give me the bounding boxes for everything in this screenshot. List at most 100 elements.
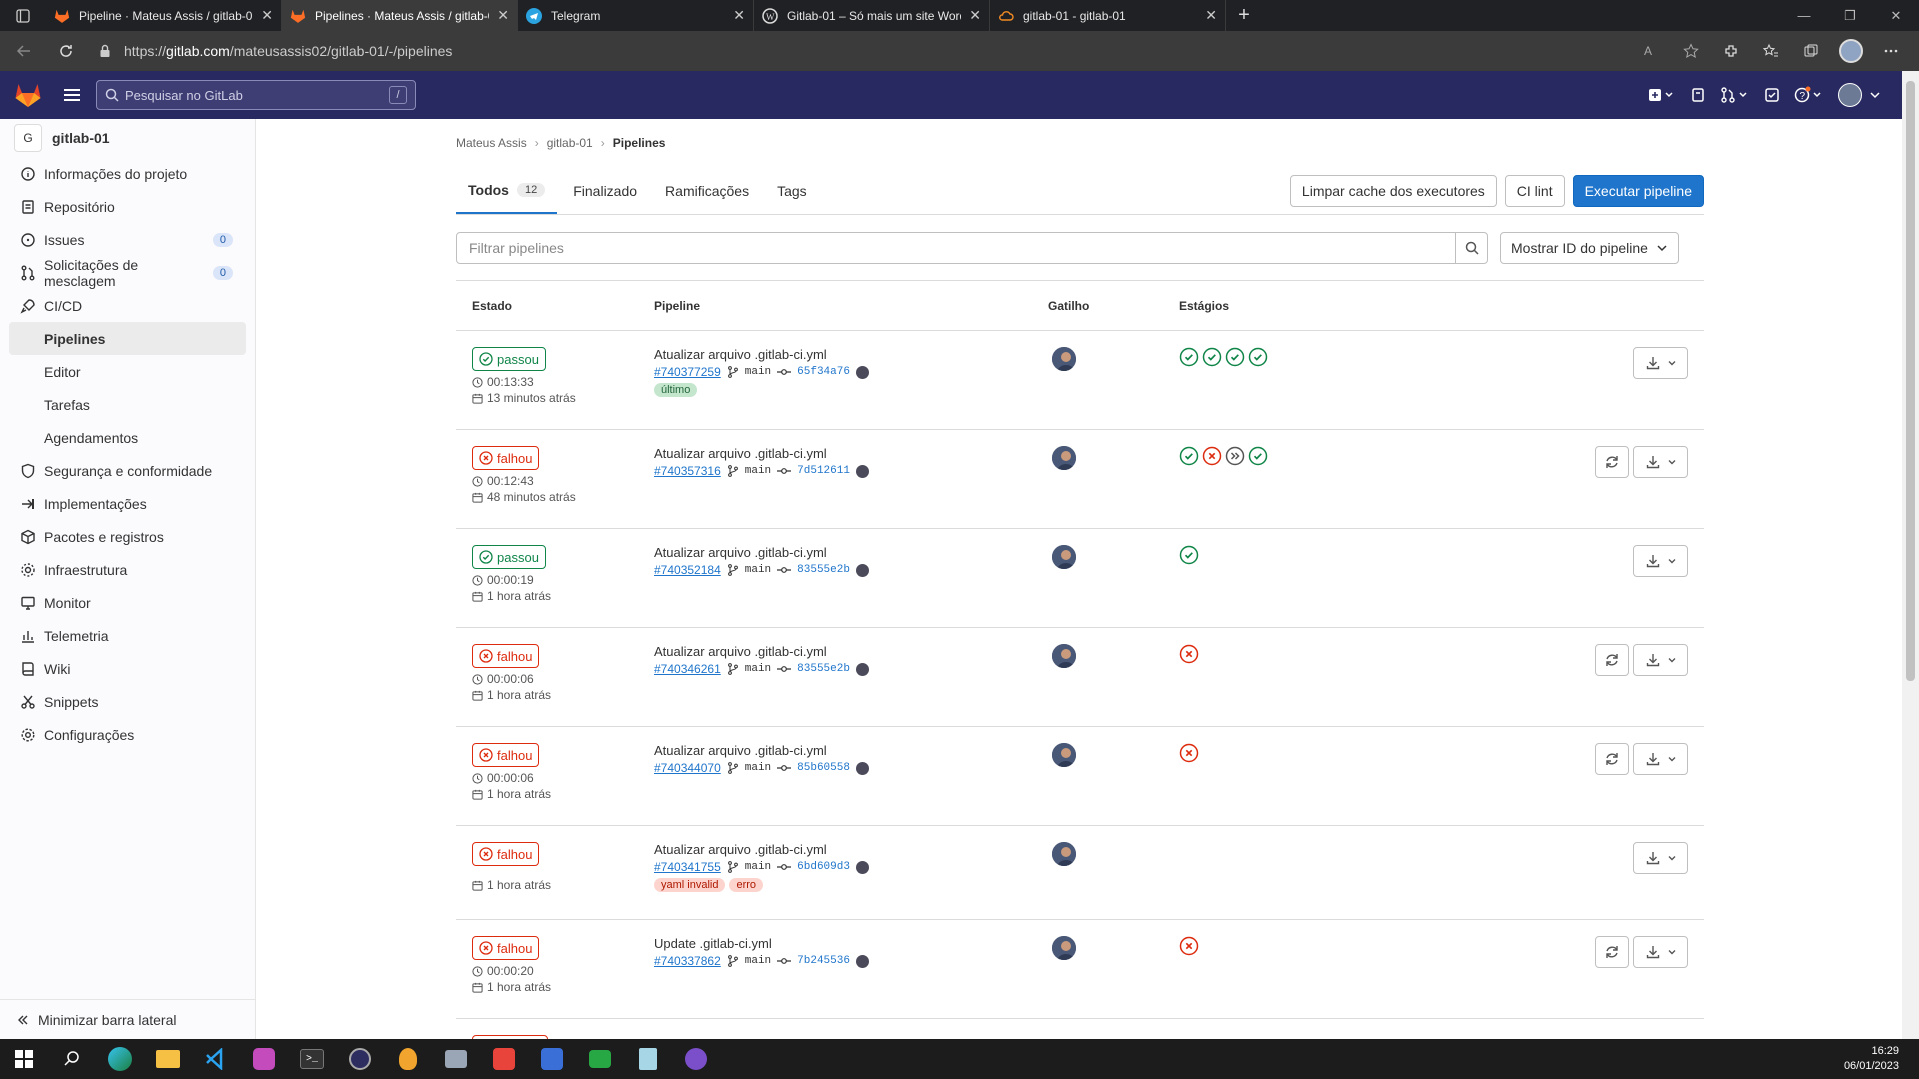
commit-title[interactable]: Atualizar arquivo .gitlab-ci.yml (654, 545, 1048, 560)
url-field[interactable]: https://gitlab.com/mateusassis02/gitlab-… (98, 43, 1598, 59)
todos-topbar-icon[interactable] (1764, 80, 1780, 110)
trigger-user-avatar[interactable] (1052, 842, 1076, 866)
sidebar-item-reposito-rio[interactable]: Repositório (0, 190, 255, 223)
pipeline-status-badge[interactable]: passou (472, 347, 546, 371)
user-avatar-topbar[interactable] (1838, 80, 1882, 110)
commit-title[interactable]: Update .gitlab-ci.yml (654, 936, 1048, 951)
retry-pipeline-button[interactable] (1595, 743, 1629, 775)
stage-passed-icon[interactable] (1179, 446, 1199, 466)
stage-failed-icon[interactable] (1179, 936, 1199, 956)
stage-failed-icon[interactable] (1202, 446, 1222, 466)
issues-topbar-icon[interactable] (1690, 80, 1706, 110)
download-artifacts-dropdown[interactable] (1633, 842, 1688, 874)
favorites-icon[interactable] (1753, 35, 1789, 67)
filter-search-button[interactable] (1456, 231, 1488, 264)
gitlab-search-input[interactable]: Pesquisar no GitLab / (96, 80, 416, 110)
trigger-user-avatar[interactable] (1052, 743, 1076, 767)
restore-window-icon[interactable]: ❐ (1827, 0, 1873, 31)
branch-name[interactable]: main (745, 465, 771, 477)
commit-sha[interactable]: 7b245536 (797, 955, 850, 967)
sidebar-item-issues[interactable]: Issues 0 (0, 223, 255, 256)
browser-tab[interactable]: W Gitlab-01 – Só mais um site WordPress ✕ (754, 0, 990, 31)
commit-title[interactable]: Atualizar arquivo .gitlab-ci.yml (654, 446, 1048, 461)
author-avatar[interactable] (855, 365, 869, 379)
virtual-machine-icon[interactable] (432, 1039, 480, 1079)
trigger-user-avatar[interactable] (1052, 644, 1076, 668)
new-tab-button[interactable]: + (1226, 0, 1262, 31)
commit-sha[interactable]: 85b60558 (797, 762, 850, 774)
pipeline-id-link[interactable]: #740352184 (654, 563, 721, 577)
download-artifacts-dropdown[interactable] (1633, 936, 1688, 968)
stage-passed-icon[interactable] (1225, 347, 1245, 367)
breadcrumb-current[interactable]: Pipelines (613, 136, 666, 150)
stage-passed-icon[interactable] (1202, 347, 1222, 367)
tab-tags[interactable]: Tags (765, 167, 819, 214)
sidebar-item-snippets[interactable]: Snippets (0, 685, 255, 718)
retry-pipeline-button[interactable] (1595, 644, 1629, 676)
close-tab-icon[interactable]: ✕ (969, 7, 981, 24)
commit-title[interactable]: Atualizar arquivo .gitlab-ci.yml (654, 347, 1048, 362)
show-pipeline-id-dropdown[interactable]: Mostrar ID do pipeline (1500, 231, 1679, 264)
pipeline-id-link[interactable]: #740357316 (654, 464, 721, 478)
pipeline-id-link[interactable]: #740344070 (654, 761, 721, 775)
author-avatar[interactable] (855, 464, 869, 478)
sidebar-item-wiki[interactable]: Wiki (0, 652, 255, 685)
terminal-icon[interactable]: >_ (288, 1039, 336, 1079)
flame-app-icon[interactable] (384, 1039, 432, 1079)
author-avatar[interactable] (855, 954, 869, 968)
tab-finalizado[interactable]: Finalizado (561, 167, 649, 214)
commit-sha[interactable]: 7d512611 (797, 465, 850, 477)
stage-skipped-icon[interactable] (1225, 446, 1245, 466)
sidebar-item-implementac-o-es[interactable]: Implementações (0, 487, 255, 520)
merge-requests-topbar-icon[interactable] (1720, 80, 1750, 110)
sidebar-item-tarefas[interactable]: Tarefas (0, 388, 255, 421)
pipeline-id-link[interactable]: #740341755 (654, 860, 721, 874)
branch-name[interactable]: main (745, 762, 771, 774)
browser-tab[interactable]: Telegram ✕ (518, 0, 754, 31)
file-explorer-icon[interactable] (144, 1039, 192, 1079)
favorite-star-icon[interactable] (1673, 35, 1709, 67)
branch-name[interactable]: main (745, 564, 771, 576)
sidebar-item-telemetria[interactable]: Telemetria (0, 619, 255, 652)
pipeline-id-link[interactable]: #740337862 (654, 954, 721, 968)
profile-avatar-icon[interactable] (1833, 35, 1869, 67)
ci-lint-button[interactable]: CI lint (1504, 174, 1565, 207)
vscode-icon[interactable] (192, 1039, 240, 1079)
retry-pipeline-button[interactable] (1595, 446, 1629, 478)
pipeline-status-badge[interactable]: falhou (472, 644, 540, 668)
collections-icon[interactable] (1793, 35, 1829, 67)
download-artifacts-dropdown[interactable] (1633, 347, 1688, 379)
commit-title[interactable]: Atualizar arquivo .gitlab-ci.yml (654, 644, 1048, 659)
vpn-lock-icon[interactable] (336, 1039, 384, 1079)
page-scrollbar[interactable] (1902, 71, 1919, 1039)
sidebar-item-informac-o-es-do-projeto[interactable]: Informações do projeto (0, 157, 255, 190)
run-pipeline-button[interactable]: Executar pipeline (1572, 174, 1704, 207)
sidebar-item-pacotes-e-registros[interactable]: Pacotes e registros (0, 520, 255, 553)
tab-actions-icon[interactable] (0, 0, 46, 31)
back-icon[interactable] (6, 35, 42, 67)
sidebar-item-editor[interactable]: Editor (0, 355, 255, 388)
branch-name[interactable]: main (745, 955, 771, 967)
branch-name[interactable]: main (745, 366, 771, 378)
github-desktop-icon[interactable] (672, 1039, 720, 1079)
sidebar-item-ci-cd[interactable]: CI/CD (0, 289, 255, 322)
stage-passed-icon[interactable] (1248, 347, 1268, 367)
sidebar-item-agendamentos[interactable]: Agendamentos (0, 421, 255, 454)
read-aloud-icon[interactable]: A (1633, 35, 1669, 67)
gitlab-logo-icon[interactable] (0, 82, 56, 108)
sidebar-item-pipelines[interactable]: Pipelines (9, 322, 246, 355)
windows-start-icon[interactable] (0, 1039, 48, 1079)
trigger-user-avatar[interactable] (1052, 446, 1076, 470)
pipeline-status-badge[interactable]: falhou (472, 446, 540, 470)
author-avatar[interactable] (855, 563, 869, 577)
branch-name[interactable]: main (745, 861, 771, 873)
close-tab-icon[interactable]: ✕ (497, 7, 509, 24)
menu-hamburger-icon[interactable] (56, 88, 88, 102)
download-artifacts-dropdown[interactable] (1633, 545, 1688, 577)
insomnia-icon[interactable] (240, 1039, 288, 1079)
stage-passed-icon[interactable] (1179, 347, 1199, 367)
taskbar-clock[interactable]: 16:29 06/01/2023 (1844, 1044, 1899, 1074)
stage-passed-icon[interactable] (1179, 545, 1199, 565)
search-icon[interactable] (48, 1039, 96, 1079)
tab-ramificac-o-es[interactable]: Ramificações (653, 167, 761, 214)
